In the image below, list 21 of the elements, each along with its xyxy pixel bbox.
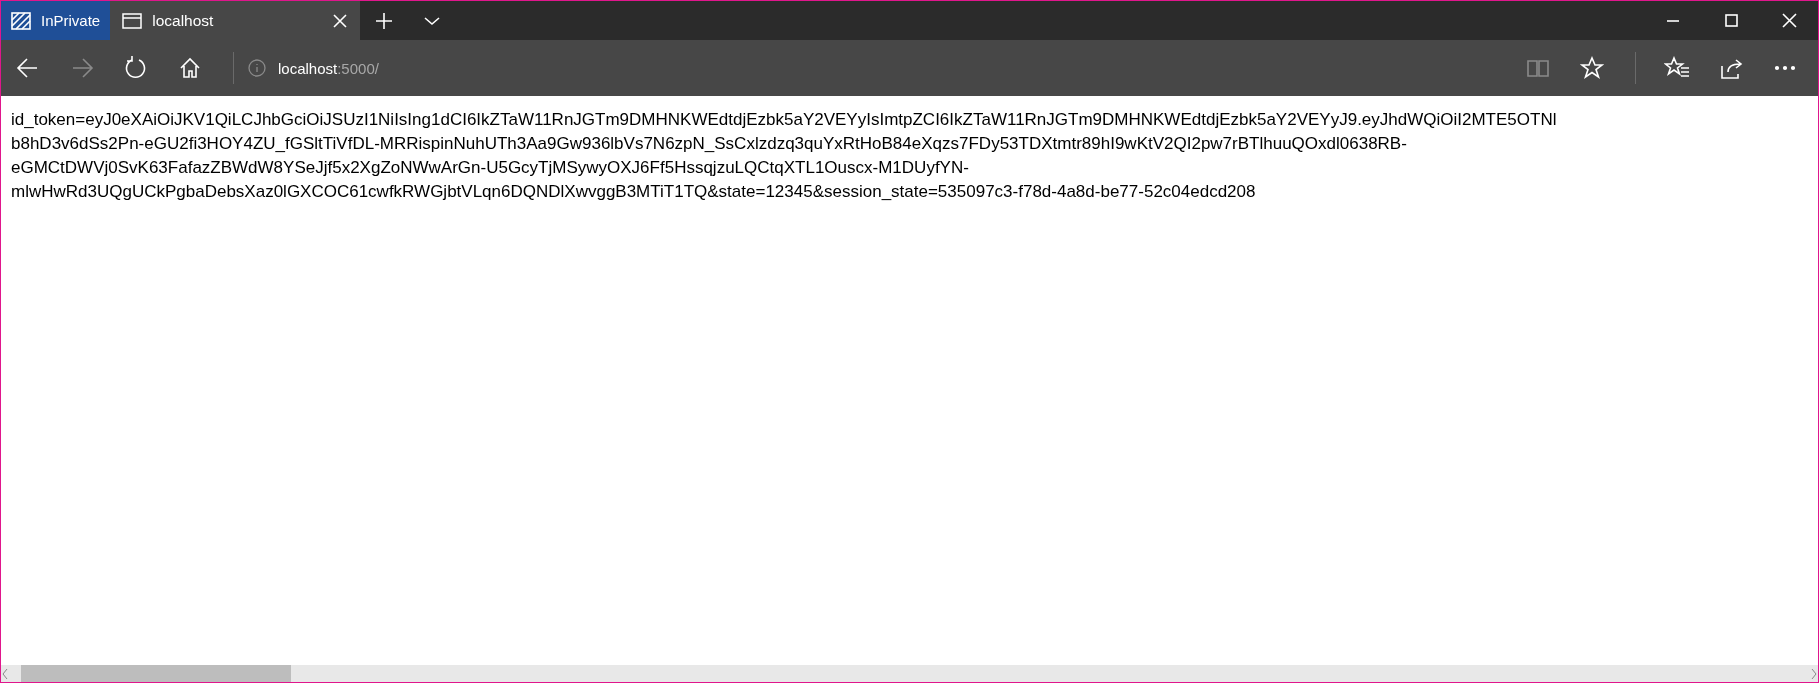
- favorites-list-icon[interactable]: [1664, 56, 1690, 80]
- page-icon: [122, 11, 143, 30]
- tab-title: localhost: [152, 11, 215, 30]
- info-icon[interactable]: [248, 59, 266, 77]
- url-fragment-text: mlwHwRd3UQgUCkPgbaDebsXaz0lGXCOC61cwfkRWGjbtVLqn6DQNDlXwvggB3MTiT1TQ&state=12345&session_state=535097c3-f78d-4a8d-be77-52c04edcd208: [11, 181, 1257, 203]
- inprivate-label: InPrivate: [41, 12, 101, 29]
- url-fragment-text: eGMCtDWVj0SvK63FafazZBWdW8YSeJjf5x2XgZoNWwArGn-U5GcyTjMSywyOXJ6Ff5HssqjzuLQCtqXTL1Ouscx-M1DUyfYN-: [11, 157, 970, 179]
- address-bar[interactable]: localhost:5000/: [278, 59, 379, 77]
- scrollbar-thumb[interactable]: [21, 665, 291, 682]
- horizontal-scrollbar[interactable]: [1, 665, 1818, 682]
- share-icon[interactable]: [1719, 56, 1743, 80]
- browser-tab[interactable]: localhost: [110, 1, 361, 40]
- url-fragment-text: id_token=eyJ0eXAiOiJKV1QiLCJhbGciOiJSUzI1NiIsIng1dCI6IkZTaW11RnJGTm9DMHNKWEdtdjEzbk5aY2VEYyIsImtpZCI6IkZTaW11RnJGTm9DMHNKWEdtdjEzbk5aY2VEYyJ9.eyJhdWQiOiI2MTE5OTNl: [11, 109, 1558, 131]
- striped-window-icon[interactable]: [10, 9, 32, 32]
- star-icon[interactable]: [1580, 56, 1604, 80]
- url-fragment-text: b8hD3v6dSs2Pn-eGU2fi3HOY4ZU_fGSltTiVfDL-MRRispinNuhUTh3Aa9Gw936lbVs7N6zpN_SsCxlzdzq3quYxRtHoB84eXqzs7FDy53TDXtmtr89hI9wKtV2QI2pw7rBTlhuuQOxdl0638RB-: [11, 133, 1408, 155]
- scroll-left-icon[interactable]: [1, 667, 9, 680]
- refresh-icon[interactable]: [124, 55, 148, 81]
- scroll-right-icon[interactable]: [1810, 667, 1818, 680]
- home-icon[interactable]: [178, 56, 202, 80]
- plus-icon[interactable]: [374, 10, 395, 31]
